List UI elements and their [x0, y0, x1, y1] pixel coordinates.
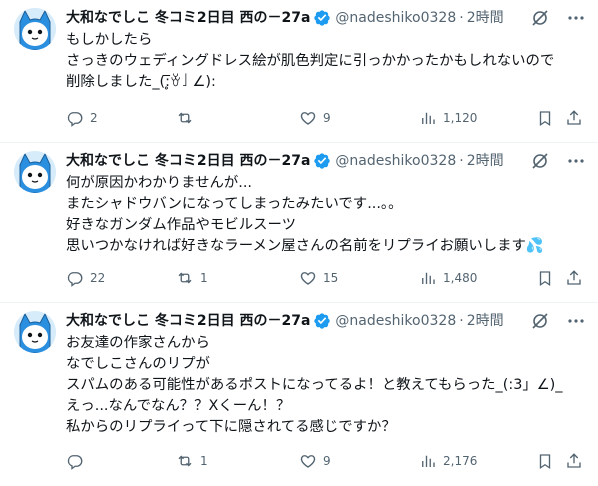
bookmark-button[interactable]	[536, 108, 554, 128]
reply-button[interactable]: 22	[66, 268, 105, 288]
tweet-menu-area	[530, 311, 586, 331]
tweet-line: 何が原因かわかりませんが...	[66, 175, 252, 191]
more-icon[interactable]	[566, 8, 586, 28]
tweet-text: 何が原因かわかりませんが... またシャドウバンになってしまったみたいです...…	[66, 173, 582, 257]
verified-badge-icon	[313, 312, 331, 330]
retweet-button[interactable]: 1	[176, 268, 208, 288]
verified-badge-icon	[313, 152, 331, 170]
separator-dot: ·	[459, 10, 464, 26]
timestamp[interactable]: 2時間	[467, 6, 504, 30]
heart-icon	[299, 109, 317, 127]
tweet-3[interactable]: 大和なでしこ 冬コミ2日目 西の－27a @nadeshiko0328 · 2時…	[0, 303, 598, 486]
views-icon	[419, 269, 437, 287]
display-name[interactable]: 大和なでしこ 冬コミ2日目 西の－27a	[66, 309, 310, 333]
tweet-line: お友達の作家さんから	[66, 335, 210, 351]
views-count: 1,480	[443, 271, 478, 285]
grok-icon[interactable]	[530, 8, 550, 28]
reply-icon	[66, 269, 84, 287]
bookmark-button[interactable]	[536, 268, 554, 288]
display-name[interactable]: 大和なでしこ 冬コミ2日目 西の－27a	[66, 149, 310, 173]
reply-icon	[66, 452, 84, 470]
tweet-menu-area	[530, 151, 586, 171]
bookmark-icon	[536, 269, 554, 287]
share-button[interactable]	[565, 451, 583, 471]
tweet-actions: 22 1 15 1,480	[66, 268, 582, 288]
reply-button[interactable]: 2	[66, 108, 98, 128]
tweet-line: なでしこさんのリプが	[66, 356, 210, 372]
blue-cat-avatar-icon[interactable]	[14, 8, 56, 50]
reply-count: 22	[90, 271, 106, 285]
timestamp[interactable]: 2時間	[467, 309, 504, 333]
tweet-1[interactable]: 大和なでしこ 冬コミ2日目 西の－27a @nadeshiko0328 · 2時…	[0, 0, 598, 143]
retweet-count: 1	[200, 454, 208, 468]
retweet-count: 1	[200, 271, 208, 285]
tweet-line: えっ...なんでなん？？Xくーん！？	[66, 398, 291, 414]
tweet-actions: 1 9 2,176	[66, 451, 582, 471]
views-button[interactable]: 1,480	[419, 268, 477, 288]
blue-cat-avatar-icon[interactable]	[14, 311, 56, 353]
timestamp[interactable]: 2時間	[467, 149, 504, 173]
like-button[interactable]: 9	[299, 451, 331, 471]
tweet-header: 大和なでしこ 冬コミ2日目 西の－27a @nadeshiko0328 · 2時…	[66, 149, 582, 173]
reply-button[interactable]	[66, 451, 90, 471]
bookmark-icon	[536, 452, 554, 470]
tweet-line: 好きなガンダム作品やモビルスーツ	[66, 217, 296, 233]
tweet-line: 私からのリプライって下に隠されてる感じですか？	[66, 419, 396, 435]
handle[interactable]: @nadeshiko0328	[335, 309, 456, 333]
tweet-line: 削除しました_(:̥̅ꈊ」∠):	[66, 74, 216, 90]
share-button[interactable]	[565, 108, 583, 128]
tweet-line: さっきのウェディングドレス絵が肌色判定に引っかかったかもしれないので	[66, 53, 555, 69]
share-button[interactable]	[565, 268, 583, 288]
separator-dot: ·	[459, 313, 464, 329]
like-count: 15	[323, 271, 339, 285]
bookmark-icon	[536, 109, 554, 127]
reply-count: 2	[90, 111, 98, 125]
views-button[interactable]: 2,176	[419, 451, 477, 471]
like-button[interactable]: 9	[299, 108, 331, 128]
share-icon	[565, 269, 583, 287]
tweet-2[interactable]: 大和なでしこ 冬コミ2日目 西の－27a @nadeshiko0328 · 2時…	[0, 143, 598, 303]
separator-dot: ·	[459, 153, 464, 169]
tweet-line: またシャドウバンになってしまったみたいです...。。	[66, 196, 403, 212]
display-name[interactable]: 大和なでしこ 冬コミ2日目 西の－27a	[66, 6, 310, 30]
bookmark-button[interactable]	[536, 451, 554, 471]
retweet-button[interactable]: 1	[176, 451, 208, 471]
more-icon[interactable]	[566, 151, 586, 171]
more-icon[interactable]	[566, 311, 586, 331]
grok-icon[interactable]	[530, 311, 550, 331]
views-count: 1,120	[443, 111, 478, 125]
share-icon	[565, 109, 583, 127]
like-count: 9	[323, 454, 331, 468]
tweet-header: 大和なでしこ 冬コミ2日目 西の－27a @nadeshiko0328 · 2時…	[66, 6, 582, 30]
heart-icon	[299, 269, 317, 287]
handle[interactable]: @nadeshiko0328	[335, 6, 456, 30]
tweet-line: 思いつかなければ好きなラーメン屋さんの名前をリプライお願いします💦	[66, 238, 544, 254]
tweet-actions: 2 9 1,120	[66, 108, 582, 128]
handle[interactable]: @nadeshiko0328	[335, 149, 456, 173]
tweet-line: スパムのある可能性があるポストになってるよ！と教えてもらった_(:3」∠)_	[66, 377, 563, 393]
share-icon	[565, 452, 583, 470]
retweet-icon	[176, 269, 194, 287]
retweet-button[interactable]	[176, 108, 200, 128]
retweet-icon	[176, 109, 194, 127]
views-count: 2,176	[443, 454, 478, 468]
verified-badge-icon	[313, 9, 331, 27]
grok-icon[interactable]	[530, 151, 550, 171]
views-button[interactable]: 1,120	[419, 108, 477, 128]
like-button[interactable]: 15	[299, 268, 338, 288]
tweet-text: お友達の作家さんから なでしこさんのリプが スパムのある可能性があるポストになっ…	[66, 333, 582, 438]
tweet-menu-area	[530, 8, 586, 28]
views-icon	[419, 452, 437, 470]
heart-icon	[299, 452, 317, 470]
tweet-line: もしかしたら	[66, 32, 153, 48]
like-count: 9	[323, 111, 331, 125]
tweet-text: もしかしたら さっきのウェディングドレス絵が肌色判定に引っかかったかもしれないの…	[66, 30, 582, 93]
tweet-header: 大和なでしこ 冬コミ2日目 西の－27a @nadeshiko0328 · 2時…	[66, 309, 582, 333]
blue-cat-avatar-icon[interactable]	[14, 151, 56, 193]
views-icon	[419, 109, 437, 127]
reply-icon	[66, 109, 84, 127]
retweet-icon	[176, 452, 194, 470]
